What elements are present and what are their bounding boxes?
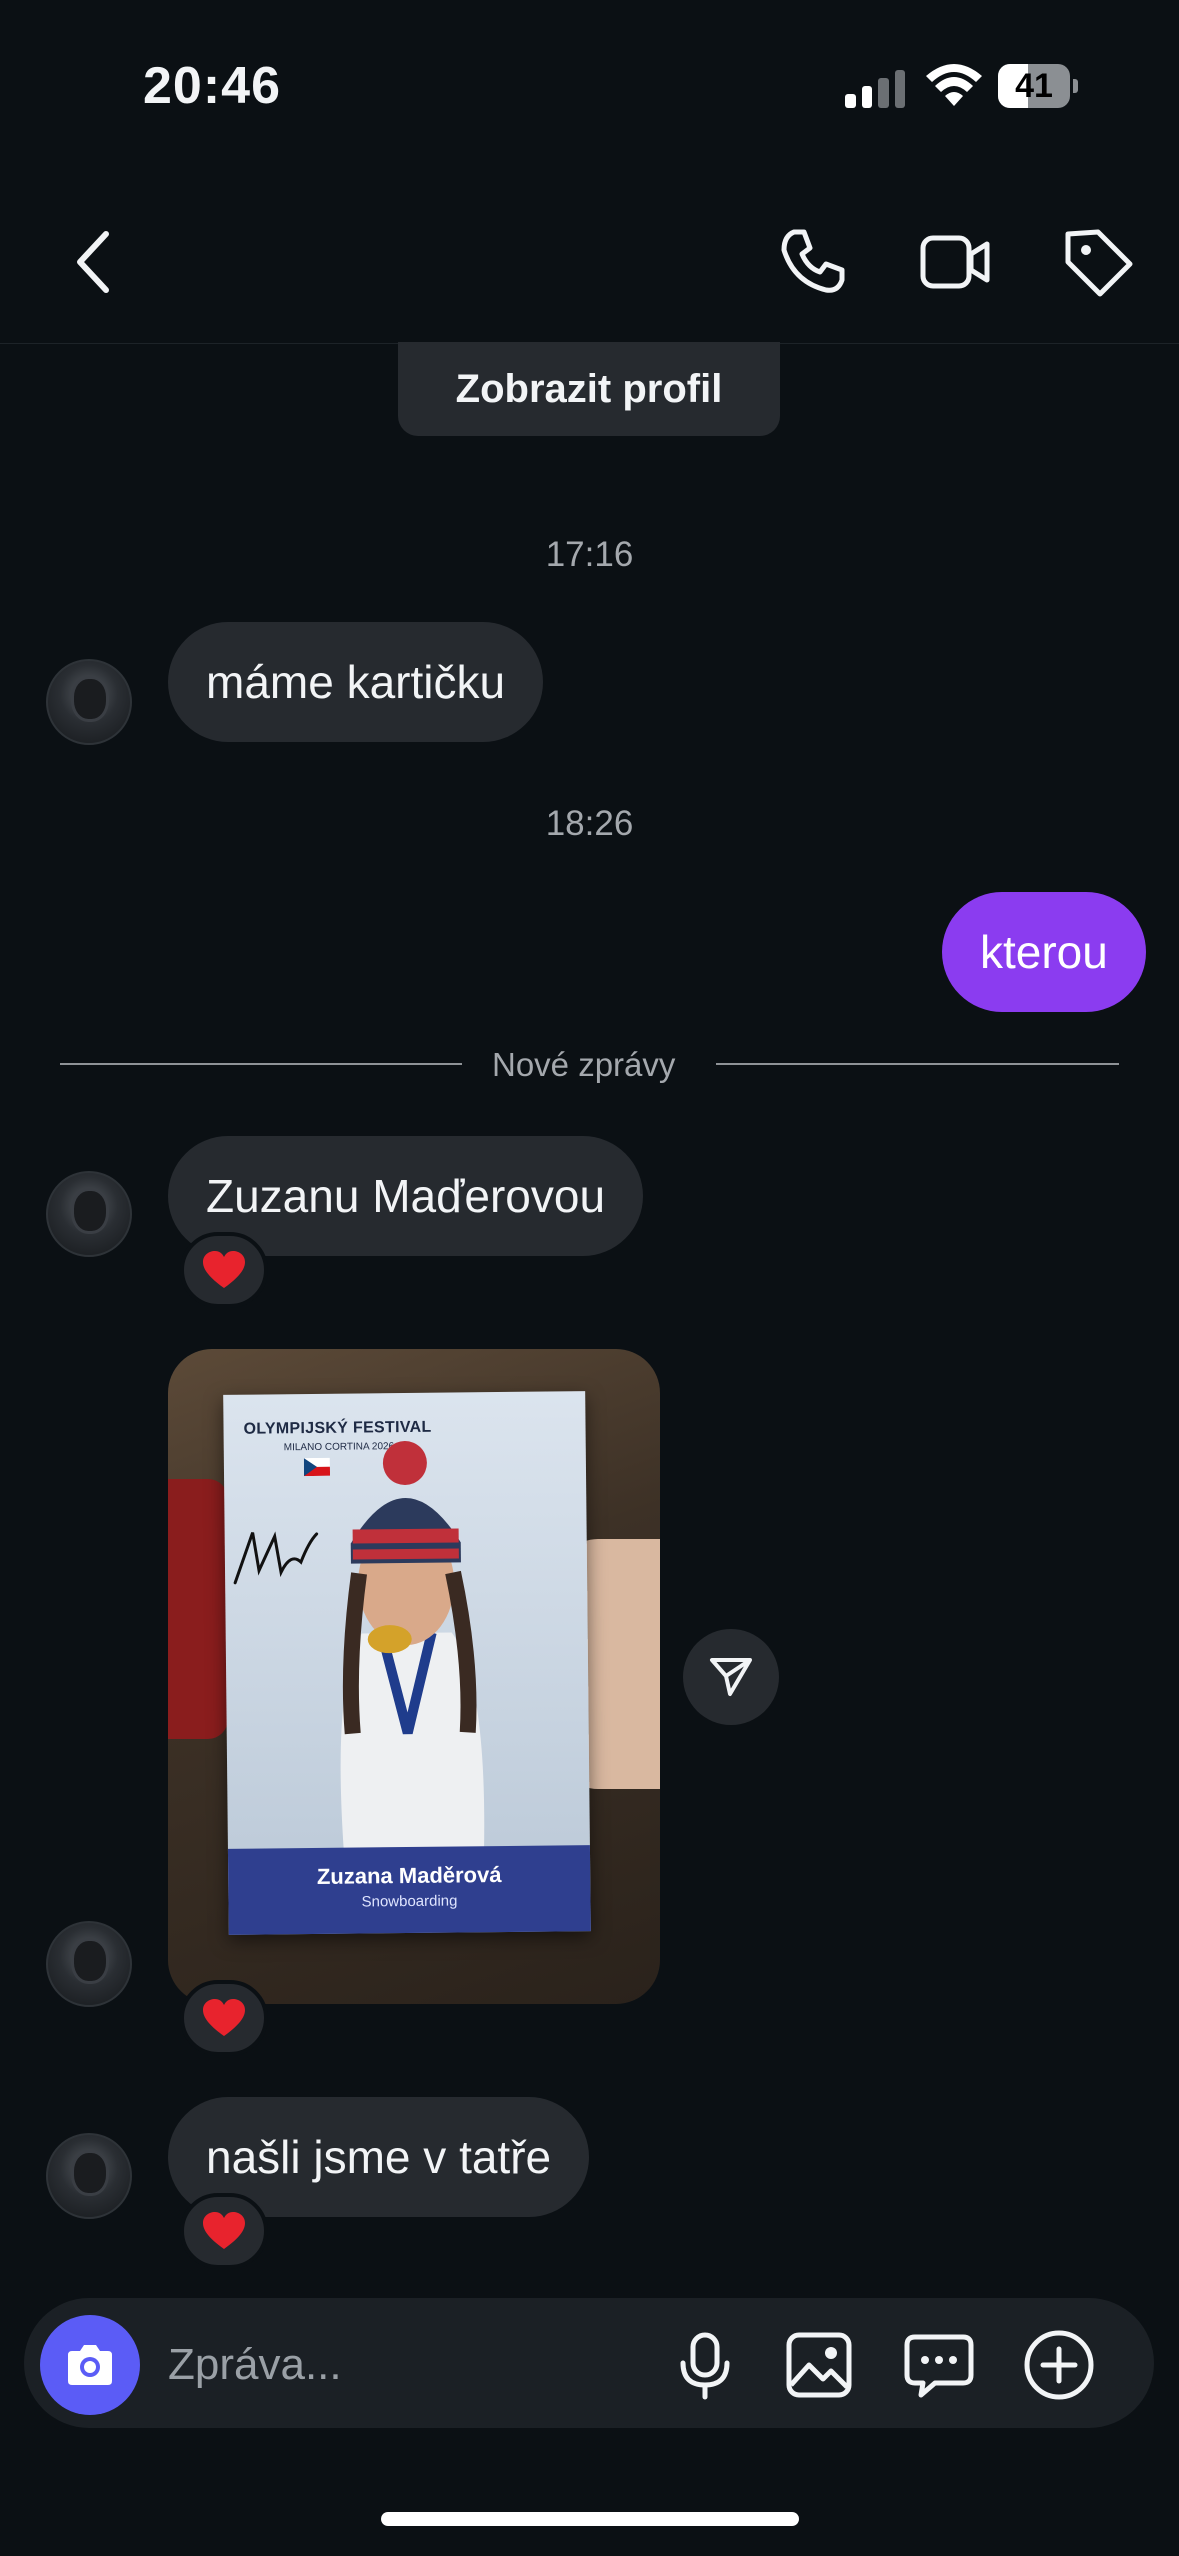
heart-icon — [203, 2212, 245, 2249]
home-indicator — [381, 2512, 799, 2526]
signature-graphic — [233, 1531, 319, 1585]
send-paper-plane-icon — [710, 1658, 752, 1696]
heart-icon — [203, 1999, 245, 2036]
contact-avatar[interactable] — [46, 1171, 132, 1257]
battery-level: 41 — [1015, 67, 1053, 105]
contact-avatar[interactable] — [46, 659, 132, 745]
contact-avatar[interactable] — [46, 2133, 132, 2219]
new-messages-divider-line — [60, 1063, 462, 1065]
new-messages-label: Nové zprávy — [492, 1046, 676, 1083]
athlete-photo — [340, 1441, 485, 1854]
chat-bubble-icon[interactable] — [901, 2327, 977, 2403]
camera-button[interactable] — [40, 2315, 140, 2415]
heart-icon — [203, 1251, 245, 1288]
battery-icon: 41 — [998, 64, 1078, 108]
new-messages-divider-line — [716, 1063, 1119, 1065]
share-button[interactable] — [683, 1629, 779, 1725]
contact-avatar[interactable] — [46, 1921, 132, 2007]
back-chevron-left-icon[interactable] — [56, 222, 136, 302]
outgoing-message[interactable]: kterou — [942, 892, 1146, 1012]
video-camera-icon[interactable] — [915, 222, 995, 302]
heart-reaction-badge[interactable] — [180, 1980, 268, 2056]
message-timestamp: 17:16 — [545, 535, 634, 574]
incoming-message[interactable]: máme kartičku — [168, 622, 544, 742]
card-athlete-name: Zuzana Maděrová — [316, 1862, 502, 1889]
camera-icon — [68, 2345, 112, 2385]
heart-reaction-badge[interactable] — [180, 1232, 268, 1308]
wifi-icon — [926, 64, 982, 106]
status-time: 20:46 — [143, 57, 281, 115]
card-footer: Zuzana Maděrová Snowboarding — [227, 1845, 591, 1935]
message-input[interactable] — [168, 2330, 638, 2400]
photo-message[interactable]: OLYMPIJSKÝ FESTIVAL MILANO CORTINA 2026 … — [168, 1349, 660, 2004]
message-timestamp: 18:26 — [545, 804, 634, 843]
microphone-icon[interactable] — [667, 2327, 743, 2403]
phone-icon[interactable] — [772, 222, 852, 302]
tag-icon[interactable] — [1058, 222, 1138, 302]
cellular-signal-icon — [845, 70, 905, 108]
image-icon[interactable] — [781, 2327, 857, 2403]
autograph-card: OLYMPIJSKÝ FESTIVAL MILANO CORTINA 2026 … — [223, 1391, 591, 1935]
view-profile-button[interactable]: Zobrazit profil — [398, 342, 780, 436]
plus-circle-icon[interactable] — [1021, 2327, 1097, 2403]
heart-reaction-badge[interactable] — [180, 2193, 268, 2269]
card-sport: Snowboarding — [361, 1892, 458, 1911]
